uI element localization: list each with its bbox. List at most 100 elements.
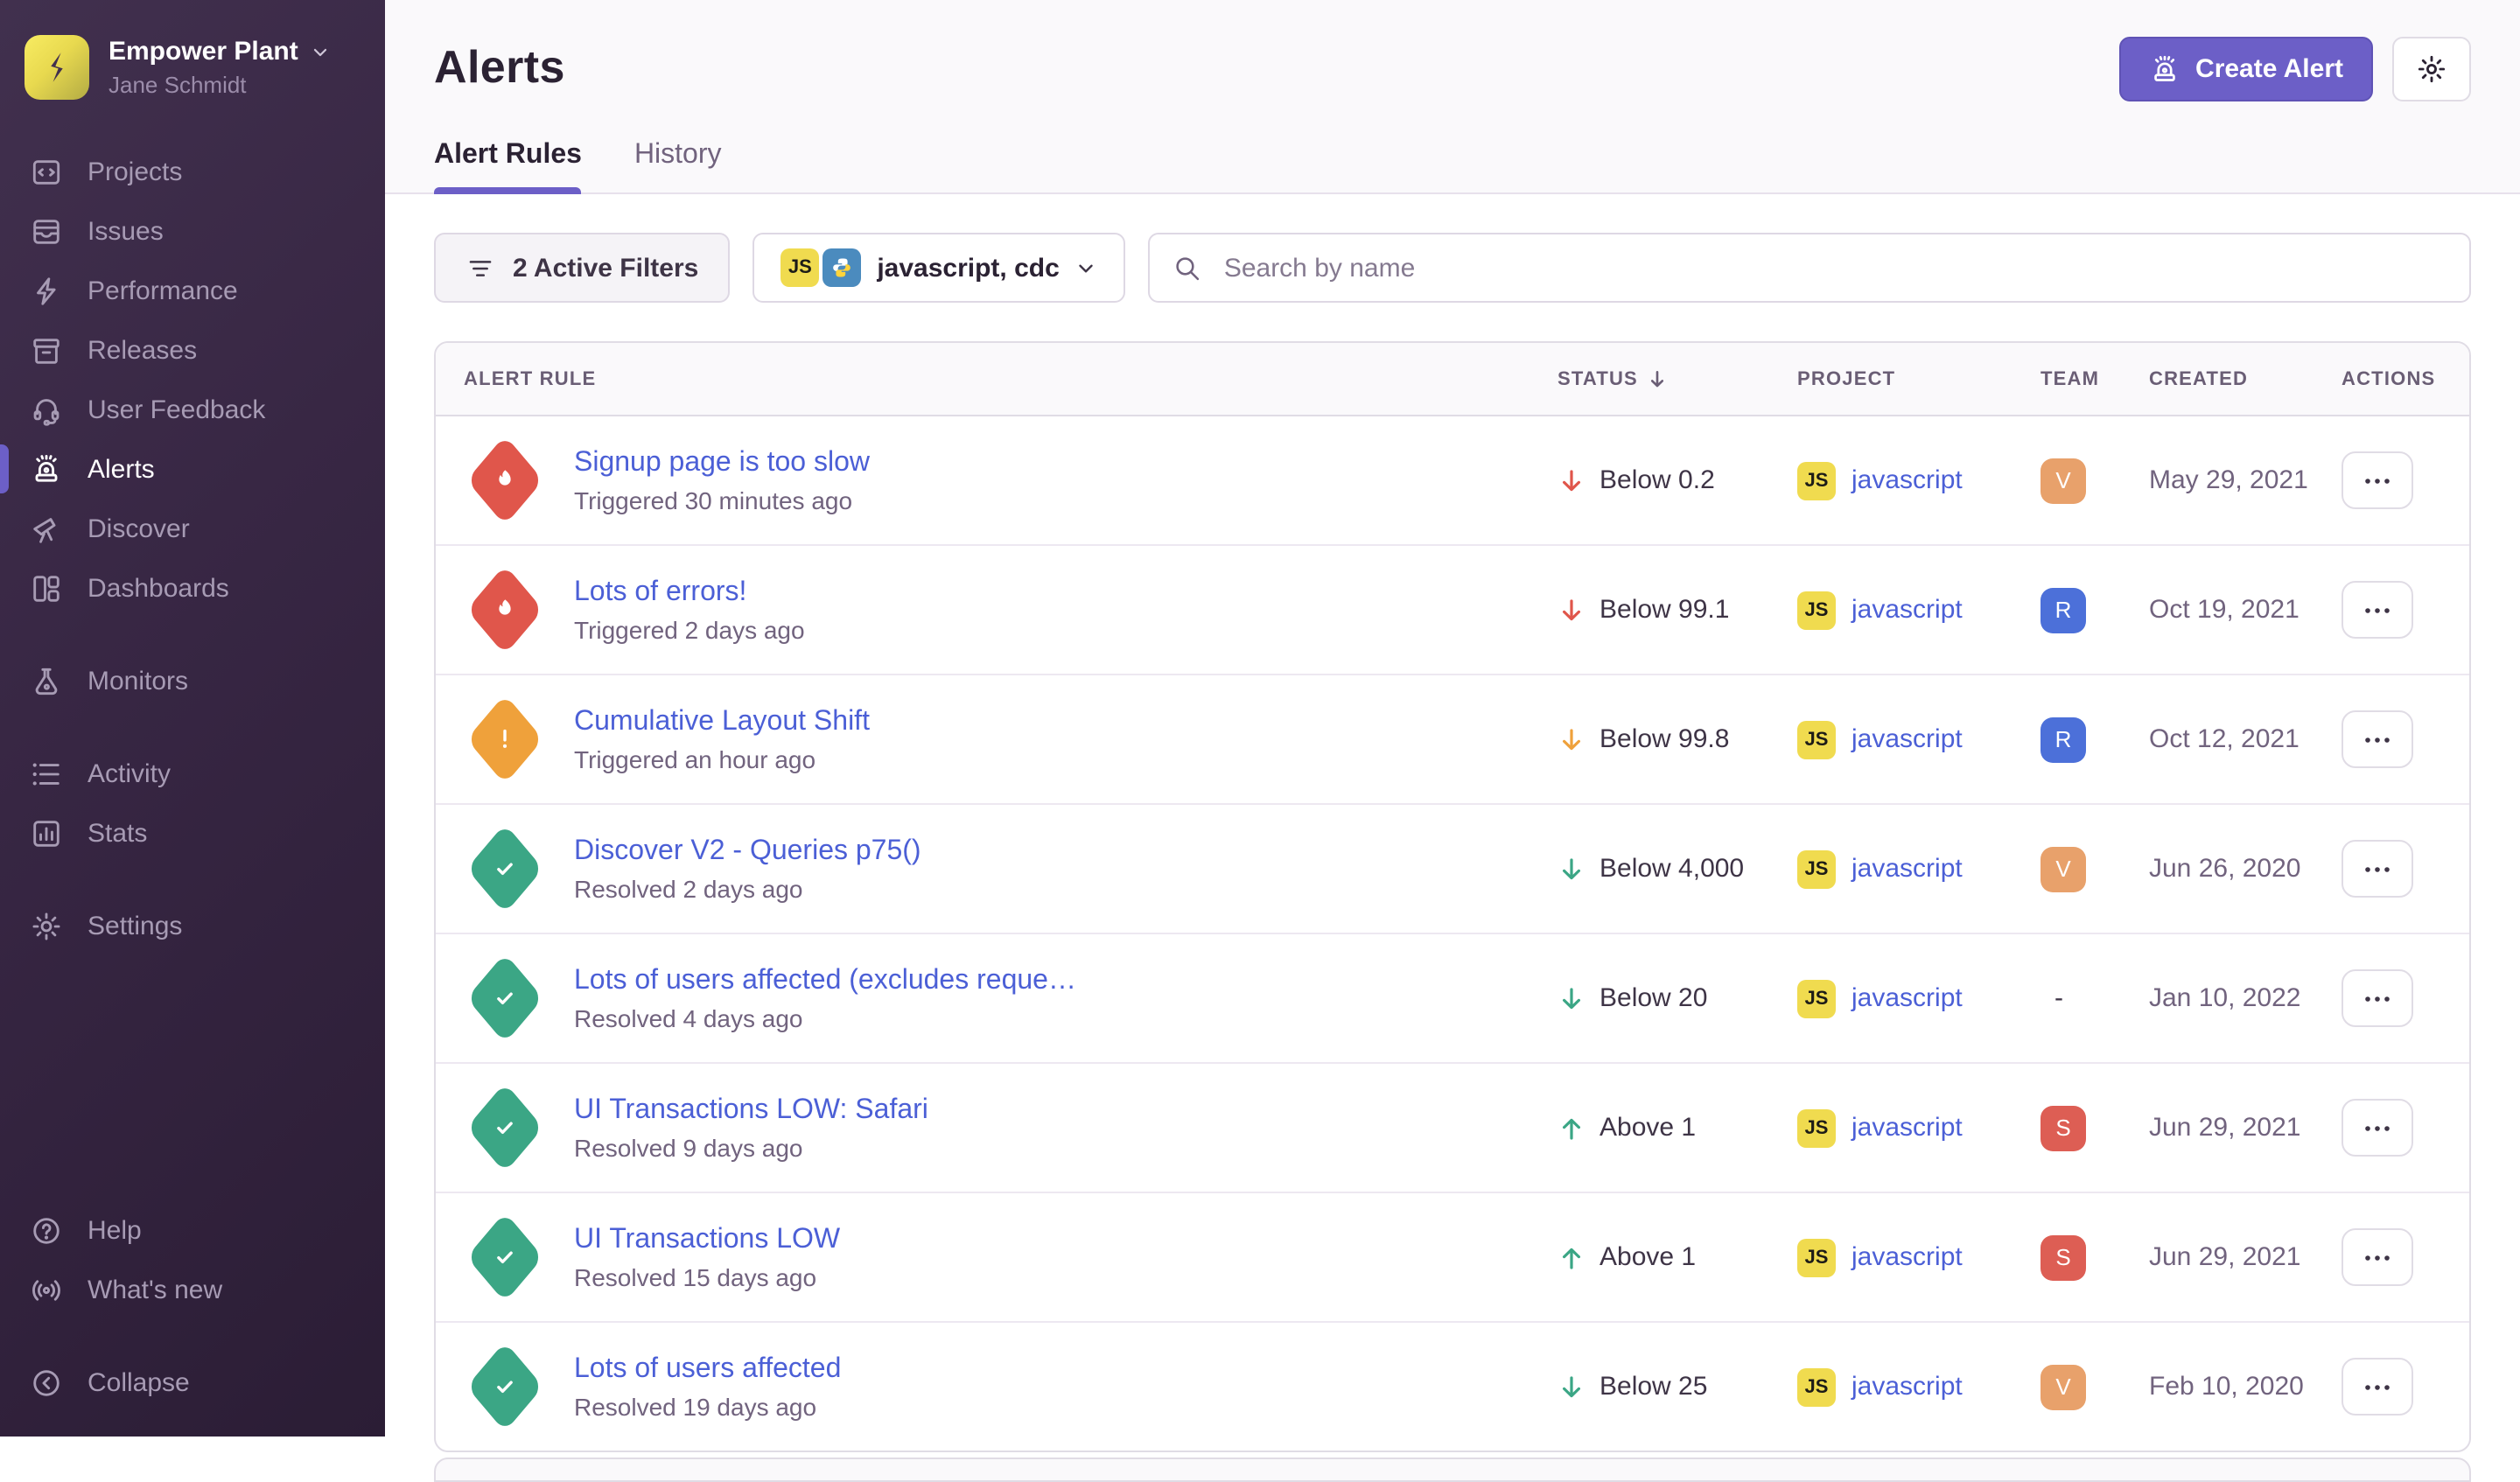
- sidebar-item-monitors[interactable]: Monitors: [0, 651, 385, 710]
- check-icon: [489, 1372, 519, 1402]
- column-created[interactable]: CREATED: [2149, 368, 2342, 389]
- tab-alert-rules[interactable]: Alert Rules: [434, 140, 582, 192]
- status-threshold: Below 99.8: [1600, 724, 1729, 754]
- status-threshold: Above 1: [1600, 1113, 1696, 1143]
- created-date: Jan 10, 2022: [2149, 983, 2342, 1013]
- alert-rule-link[interactable]: UI Transactions LOW: Safari: [574, 1094, 928, 1126]
- row-actions-button[interactable]: [2342, 1228, 2413, 1286]
- chevron-down-icon: [311, 41, 332, 62]
- sidebar-item-discover[interactable]: Discover: [0, 499, 385, 558]
- alert-severity-icon: [466, 1341, 542, 1431]
- project-link[interactable]: javascript: [1852, 595, 1963, 625]
- sidebar-item-activity[interactable]: Activity: [0, 744, 385, 803]
- sidebar-item-user-feedback[interactable]: User Feedback: [0, 380, 385, 439]
- tab-history[interactable]: History: [634, 140, 722, 192]
- arrow-down-icon: [1558, 855, 1586, 883]
- row-actions-button[interactable]: [2342, 1099, 2413, 1157]
- sidebar-item-issues[interactable]: Issues: [0, 201, 385, 261]
- team-avatar: V: [2040, 1364, 2086, 1409]
- app-window: Empower Plant Jane Schmidt Projects Issu…: [0, 0, 2520, 1437]
- page-title: Alerts: [434, 40, 565, 94]
- row-actions-button[interactable]: [2342, 840, 2413, 898]
- column-team[interactable]: TEAM: [2040, 368, 2149, 389]
- project-link[interactable]: javascript: [1852, 465, 1963, 495]
- row-actions-button[interactable]: [2342, 581, 2413, 639]
- alert-rule-link[interactable]: Cumulative Layout Shift: [574, 706, 870, 738]
- settings-icon: [28, 909, 65, 942]
- sidebar-footer: Help What's new Collapse: [0, 1200, 385, 1412]
- alert-rule-link[interactable]: Signup page is too slow: [574, 447, 870, 479]
- org-logo: [24, 35, 89, 100]
- team-none: -: [2040, 982, 2063, 1012]
- table-header: ALERT RULE STATUS PROJECT TEAM CREATED A…: [436, 343, 2469, 416]
- ellipsis-icon: [2364, 865, 2390, 872]
- search-input[interactable]: [1221, 251, 2446, 284]
- sidebar-item-projects[interactable]: Projects: [0, 142, 385, 201]
- alert-rule-status-text: Triggered 30 minutes ago: [574, 486, 870, 514]
- project-link[interactable]: javascript: [1852, 724, 1963, 754]
- alert-rule-link[interactable]: Lots of users affected (excludes reque…: [574, 965, 1076, 996]
- row-actions-button[interactable]: [2342, 710, 2413, 768]
- sidebar-item-settings[interactable]: Settings: [0, 896, 385, 955]
- check-icon: [489, 983, 519, 1013]
- status-threshold: Below 0.2: [1600, 465, 1715, 495]
- ellipsis-icon: [2364, 1254, 2390, 1261]
- project-link[interactable]: javascript: [1852, 1113, 1963, 1143]
- project-selector[interactable]: JS javascript, cdc: [752, 233, 1125, 303]
- sidebar-item-alerts[interactable]: Alerts: [0, 439, 385, 499]
- alert-rule-status-text: Resolved 9 days ago: [574, 1133, 928, 1161]
- sidebar-item-collapse[interactable]: Collapse: [0, 1353, 385, 1412]
- ellipsis-icon: [2364, 1383, 2390, 1390]
- team-avatar: R: [2040, 717, 2086, 762]
- row-actions-button[interactable]: [2342, 451, 2413, 509]
- alerts-settings-button[interactable]: [2392, 37, 2471, 101]
- sidebar-item-whats-new[interactable]: What's new: [0, 1260, 385, 1319]
- project-link[interactable]: javascript: [1852, 854, 1963, 884]
- alert-severity-icon: [466, 953, 542, 1043]
- javascript-icon: JS: [780, 248, 819, 287]
- active-filters-button[interactable]: 2 Active Filters: [434, 233, 730, 303]
- alerts-icon: [28, 452, 65, 486]
- column-alert-rule[interactable]: ALERT RULE: [464, 368, 1558, 389]
- team-avatar: V: [2040, 458, 2086, 503]
- row-actions-button[interactable]: [2342, 1358, 2413, 1416]
- project-link[interactable]: javascript: [1852, 1372, 1963, 1402]
- main-area: Alerts Create Alert Alert Rules History: [385, 0, 2520, 1437]
- column-project[interactable]: PROJECT: [1797, 368, 2040, 389]
- javascript-icon: JS: [1797, 591, 1836, 629]
- filter-icon: [466, 253, 495, 283]
- sidebar-item-help[interactable]: Help: [0, 1200, 385, 1260]
- sidebar: Empower Plant Jane Schmidt Projects Issu…: [0, 0, 385, 1437]
- project-link[interactable]: javascript: [1852, 983, 1963, 1013]
- sidebar-item-performance[interactable]: Performance: [0, 261, 385, 320]
- sidebar-item-stats[interactable]: Stats: [0, 803, 385, 863]
- whats-new-icon: [28, 1273, 65, 1306]
- project-link[interactable]: javascript: [1852, 1242, 1963, 1272]
- create-alert-button[interactable]: Create Alert: [2118, 37, 2373, 101]
- chevron-down-icon: [1075, 256, 1098, 279]
- stats-icon: [28, 816, 65, 849]
- alert-rule-link[interactable]: Lots of users affected: [574, 1353, 841, 1385]
- ellipsis-icon: [2364, 995, 2390, 1002]
- org-switcher[interactable]: Empower Plant Jane Schmidt: [0, 24, 385, 100]
- alert-rule-link[interactable]: UI Transactions LOW: [574, 1224, 840, 1255]
- user-name: Jane Schmidt: [108, 72, 332, 98]
- table-row: Discover V2 - Queries p75() Resolved 2 d…: [436, 803, 2469, 933]
- sidebar-item-releases[interactable]: Releases: [0, 320, 385, 380]
- created-date: Oct 12, 2021: [2149, 724, 2342, 754]
- flame-icon: [489, 465, 519, 495]
- created-date: Feb 10, 2020: [2149, 1372, 2342, 1402]
- alert-rule-link[interactable]: Lots of errors!: [574, 577, 805, 608]
- sidebar-item-dashboards[interactable]: Dashboards: [0, 558, 385, 618]
- javascript-icon: JS: [1797, 1367, 1836, 1406]
- alert-rule-link[interactable]: Discover V2 - Queries p75(): [574, 835, 921, 867]
- arrow-down-icon: [1558, 466, 1586, 494]
- alert-rule-status-text: Resolved 2 days ago: [574, 874, 921, 902]
- column-status[interactable]: STATUS: [1558, 367, 1797, 391]
- table-row: UI Transactions LOW Resolved 15 days ago…: [436, 1192, 2469, 1321]
- issues-icon: [28, 214, 65, 248]
- table-row: Lots of users affected Resolved 19 days …: [436, 1321, 2469, 1451]
- alert-rule-status-text: Resolved 19 days ago: [574, 1392, 841, 1420]
- row-actions-button[interactable]: [2342, 969, 2413, 1027]
- table-row: Lots of errors! Triggered 2 days ago Bel…: [436, 544, 2469, 674]
